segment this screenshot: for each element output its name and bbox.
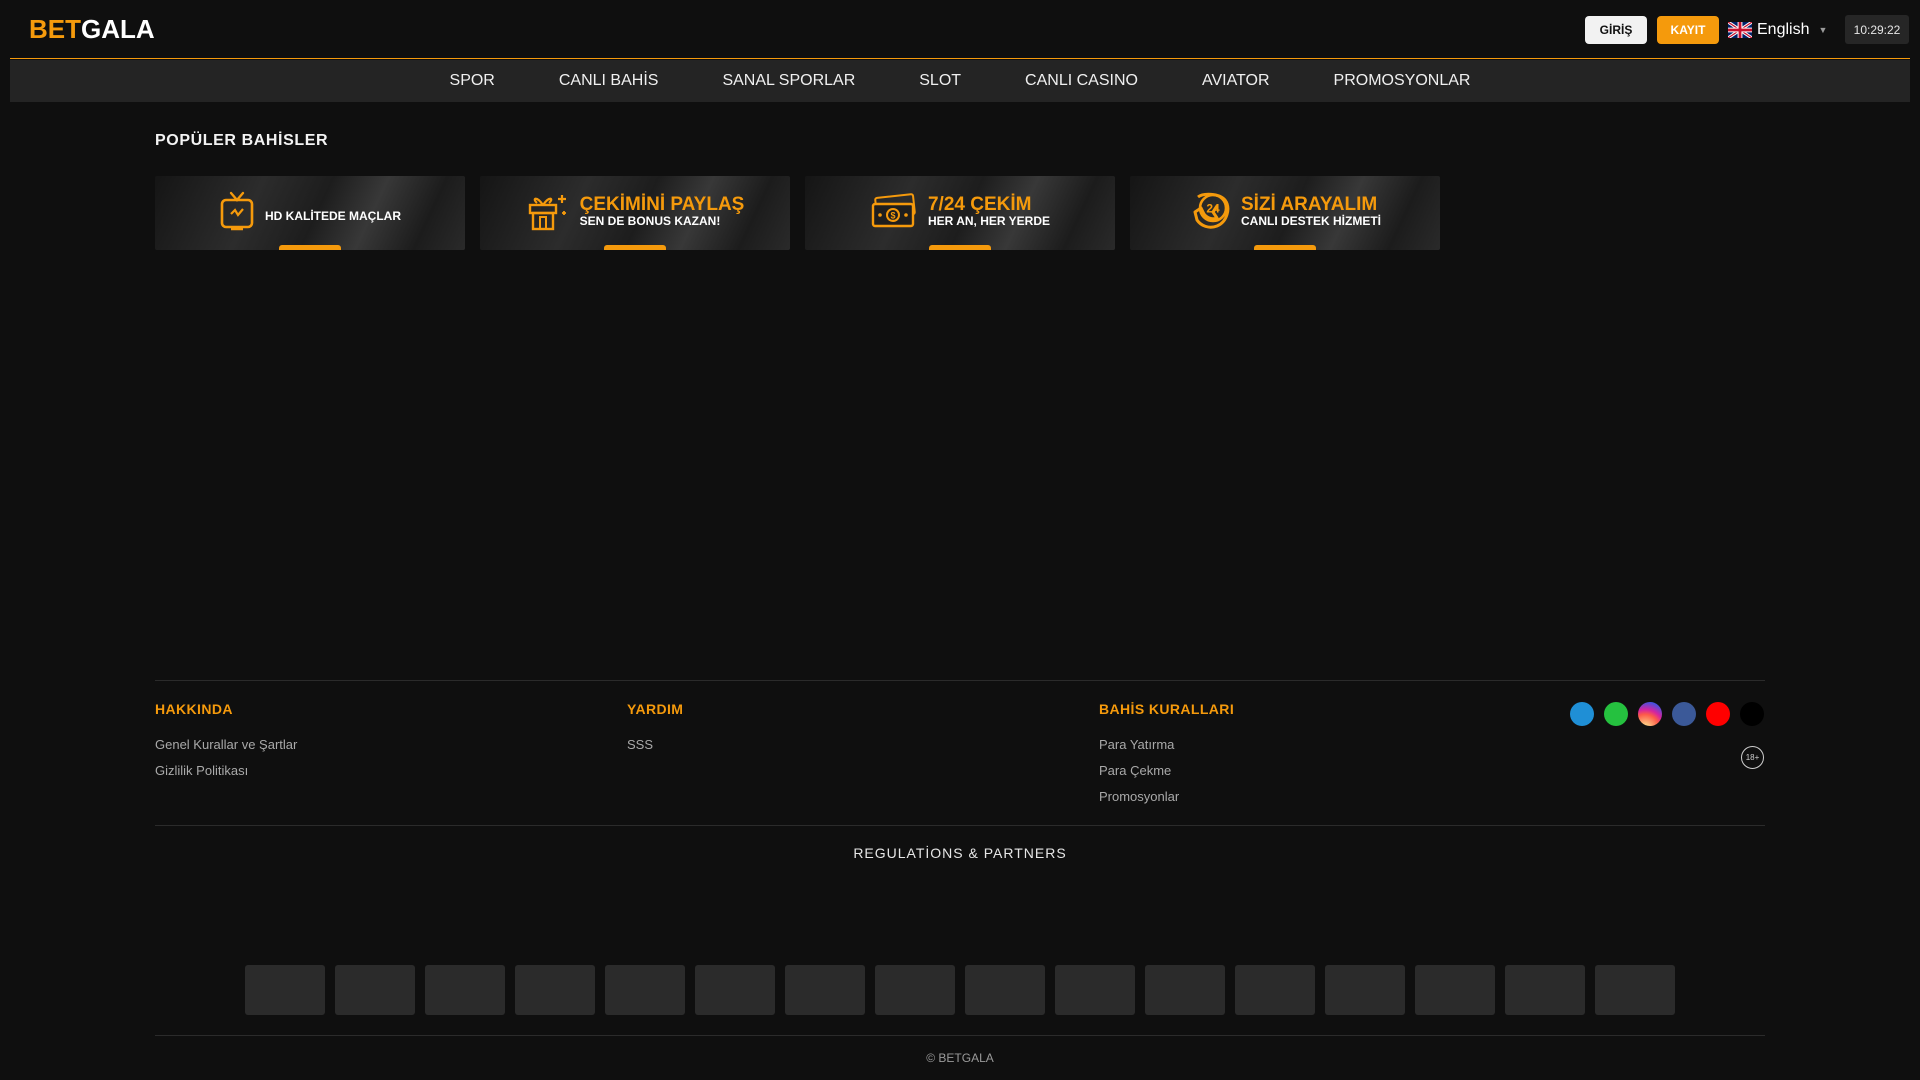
footer-divider bbox=[155, 680, 1765, 681]
promo-card-line1: SİZİ ARAYALIM bbox=[1241, 194, 1378, 215]
footer-about-title: HAKKINDA bbox=[155, 701, 233, 717]
footer-link-promotions[interactable]: Promosyonlar bbox=[1099, 789, 1179, 805]
partner-logo bbox=[605, 965, 685, 1015]
promo-card-line1: 7/24 ÇEKİM bbox=[927, 194, 1032, 215]
gift-icon bbox=[528, 195, 566, 231]
instagram-icon[interactable] bbox=[1638, 702, 1662, 726]
partner-logo bbox=[425, 965, 505, 1015]
logo-part-1: BET bbox=[29, 14, 81, 44]
partner-logo bbox=[1325, 965, 1405, 1015]
nav-item-spor[interactable]: SPOR bbox=[450, 72, 495, 90]
regulations-title: REGULATİONS & PARTNERS bbox=[853, 845, 1067, 861]
partner-logo bbox=[1595, 965, 1675, 1015]
social-links bbox=[1570, 702, 1764, 726]
svg-text:24: 24 bbox=[1206, 202, 1220, 216]
footer-help-links: SSS bbox=[627, 737, 653, 753]
language-selector[interactable]: English ▼ bbox=[1728, 19, 1827, 41]
partner-logo bbox=[335, 965, 415, 1015]
popular-cards: HD KALİTEDE MAÇLAR ÇEKİMİNİ PAYLAŞ SEN D… bbox=[155, 176, 1440, 250]
youtube-icon[interactable] bbox=[1706, 702, 1730, 726]
logo-part-2: GALA bbox=[81, 14, 155, 44]
footer-divider bbox=[155, 825, 1765, 826]
age-restriction-badge: 18+ bbox=[1741, 746, 1764, 769]
promo-card-line2: HER AN, HER YERDE bbox=[927, 214, 1051, 228]
cash-icon: $ bbox=[871, 193, 916, 228]
card-indicator bbox=[604, 245, 666, 250]
partner-logo bbox=[785, 965, 865, 1015]
nav-item-sanal-sporlar[interactable]: SANAL SPORLAR bbox=[722, 72, 855, 90]
promo-card-share-withdrawal[interactable]: ÇEKİMİNİ PAYLAŞ SEN DE BONUS KAZAN! bbox=[480, 176, 790, 250]
promo-card-line2: CANLI DESTEK HİZMETİ bbox=[1241, 214, 1381, 228]
clock: 10:29:22 bbox=[1845, 15, 1909, 44]
nav-item-aviator[interactable]: AVIATOR bbox=[1202, 72, 1270, 90]
x-icon[interactable] bbox=[1740, 702, 1764, 726]
nav-item-canli-casino[interactable]: CANLI CASINO bbox=[1025, 72, 1138, 90]
footer-help-title: YARDIM bbox=[627, 701, 684, 717]
telegram-icon[interactable] bbox=[1570, 702, 1594, 726]
svg-text:$: $ bbox=[890, 211, 895, 221]
partner-logo bbox=[965, 965, 1045, 1015]
card-indicator bbox=[929, 245, 991, 250]
partner-logo bbox=[245, 965, 325, 1015]
header: BETGALA GİRİŞ KAYIT English ▼ 10:29:22 bbox=[10, 0, 1910, 59]
main-nav: SPOR CANLI BAHİS SANAL SPORLAR SLOT CANL… bbox=[10, 60, 1910, 102]
footer-link-faq[interactable]: SSS bbox=[627, 737, 653, 753]
promo-card-hd[interactable]: HD KALİTEDE MAÇLAR bbox=[155, 176, 465, 250]
nav-item-promosyonlar[interactable]: PROMOSYONLAR bbox=[1334, 72, 1471, 90]
language-label: English bbox=[1757, 21, 1810, 38]
partner-logo bbox=[1415, 965, 1495, 1015]
phone-24-icon: 24 bbox=[1193, 192, 1230, 229]
partner-logos bbox=[245, 965, 1675, 1015]
partner-logo bbox=[1235, 965, 1315, 1015]
promo-card-line2: HD KALİTEDE MAÇLAR bbox=[265, 209, 401, 223]
footer-rules-title: BAHİS KURALLARI bbox=[1099, 701, 1235, 717]
partner-logo bbox=[875, 965, 955, 1015]
footer-link-privacy[interactable]: Gizlilik Politikası bbox=[155, 763, 297, 779]
partner-logo bbox=[1055, 965, 1135, 1015]
login-button[interactable]: GİRİŞ bbox=[1585, 16, 1647, 44]
card-indicator bbox=[1254, 245, 1316, 250]
partner-logo bbox=[1145, 965, 1225, 1015]
card-indicator bbox=[279, 245, 341, 250]
footer-divider bbox=[155, 1035, 1765, 1036]
partner-logo bbox=[1505, 965, 1585, 1015]
tv-icon bbox=[220, 191, 254, 231]
partner-logo bbox=[695, 965, 775, 1015]
nav-item-slot[interactable]: SLOT bbox=[919, 72, 961, 90]
promo-card-line1: ÇEKİMİNİ PAYLAŞ bbox=[579, 194, 745, 215]
facebook-icon[interactable] bbox=[1672, 702, 1696, 726]
footer-rules-links: Para Yatırma Para Çekme Promosyonlar bbox=[1099, 737, 1179, 805]
nav-item-canli-bahis[interactable]: CANLI BAHİS bbox=[559, 72, 659, 90]
footer-link-deposit[interactable]: Para Yatırma bbox=[1099, 737, 1179, 753]
promo-card-line2: SEN DE BONUS KAZAN! bbox=[579, 214, 721, 228]
register-button[interactable]: KAYIT bbox=[1657, 16, 1719, 44]
footer-about-links: Genel Kurallar ve Şartlar Gizlilik Polit… bbox=[155, 737, 297, 779]
copyright: © BETGALA bbox=[926, 1051, 994, 1065]
promo-card-withdrawal-247[interactable]: $ 7/24 ÇEKİM HER AN, HER YERDE bbox=[805, 176, 1115, 250]
logo[interactable]: BETGALA bbox=[29, 14, 155, 45]
chevron-down-icon: ▼ bbox=[1818, 25, 1828, 35]
footer-link-terms[interactable]: Genel Kurallar ve Şartlar bbox=[155, 737, 297, 753]
footer-link-withdraw[interactable]: Para Çekme bbox=[1099, 763, 1179, 779]
whatsapp-icon[interactable] bbox=[1604, 702, 1628, 726]
promo-card-callback[interactable]: 24 SİZİ ARAYALIM CANLI DESTEK HİZMETİ bbox=[1130, 176, 1440, 250]
partner-logo bbox=[515, 965, 595, 1015]
popular-section-title: POPÜLER BAHİSLER bbox=[155, 132, 329, 149]
uk-flag-icon bbox=[1728, 22, 1752, 38]
